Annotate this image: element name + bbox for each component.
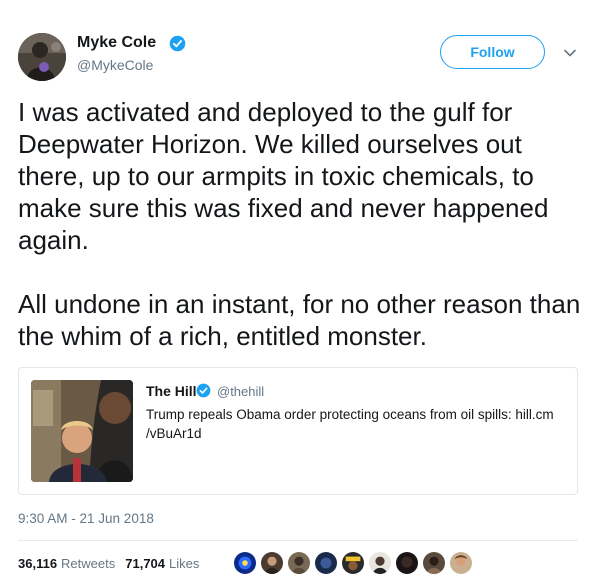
liker-avatar[interactable] xyxy=(287,551,311,575)
quoted-verified-badge-icon xyxy=(196,383,211,398)
liker-avatar[interactable] xyxy=(395,551,419,575)
author-avatar[interactable] xyxy=(18,33,66,81)
tweet-stats: 36,116 Retweets 71,704 Likes xyxy=(18,556,199,571)
quoted-tweet-text: Trump repeals Obama order protecting oce… xyxy=(146,407,554,441)
tweet-timestamp[interactable]: 9:30 AM - 21 Jun 2018 xyxy=(18,511,154,526)
chevron-down-icon[interactable] xyxy=(563,46,577,60)
likes-label: Likes xyxy=(169,556,200,571)
quoted-tweet-card[interactable]: The Hill @thehill Trump repeals Obama or… xyxy=(18,367,578,495)
quoted-tweet-handle[interactable]: @thehill xyxy=(217,384,264,399)
divider xyxy=(18,540,578,541)
follow-button[interactable]: Follow xyxy=(440,35,545,69)
liker-avatar[interactable] xyxy=(449,551,473,575)
retweets-count: 36,116 xyxy=(18,556,58,571)
verified-badge-icon xyxy=(169,35,186,52)
retweets-label: Retweets xyxy=(61,556,116,571)
liker-avatars xyxy=(233,551,473,575)
liker-avatar[interactable] xyxy=(314,551,338,575)
liker-avatar[interactable] xyxy=(422,551,446,575)
likes-stat[interactable]: 71,704 Likes xyxy=(125,556,199,571)
liker-avatar[interactable] xyxy=(341,551,365,575)
likes-count: 71,704 xyxy=(125,556,166,571)
author-display-name[interactable]: Myke Cole xyxy=(77,34,156,52)
quoted-tweet-image xyxy=(31,380,133,482)
author-handle[interactable]: @MykeCole xyxy=(77,57,153,73)
tweet-text: I was activated and deployed to the gulf… xyxy=(18,97,581,351)
liker-avatar[interactable] xyxy=(260,551,284,575)
quoted-tweet-display-name[interactable]: The Hill xyxy=(146,383,197,399)
liker-avatar[interactable] xyxy=(233,551,257,575)
retweets-stat[interactable]: 36,116 Retweets xyxy=(18,556,115,571)
liker-avatar[interactable] xyxy=(368,551,392,575)
